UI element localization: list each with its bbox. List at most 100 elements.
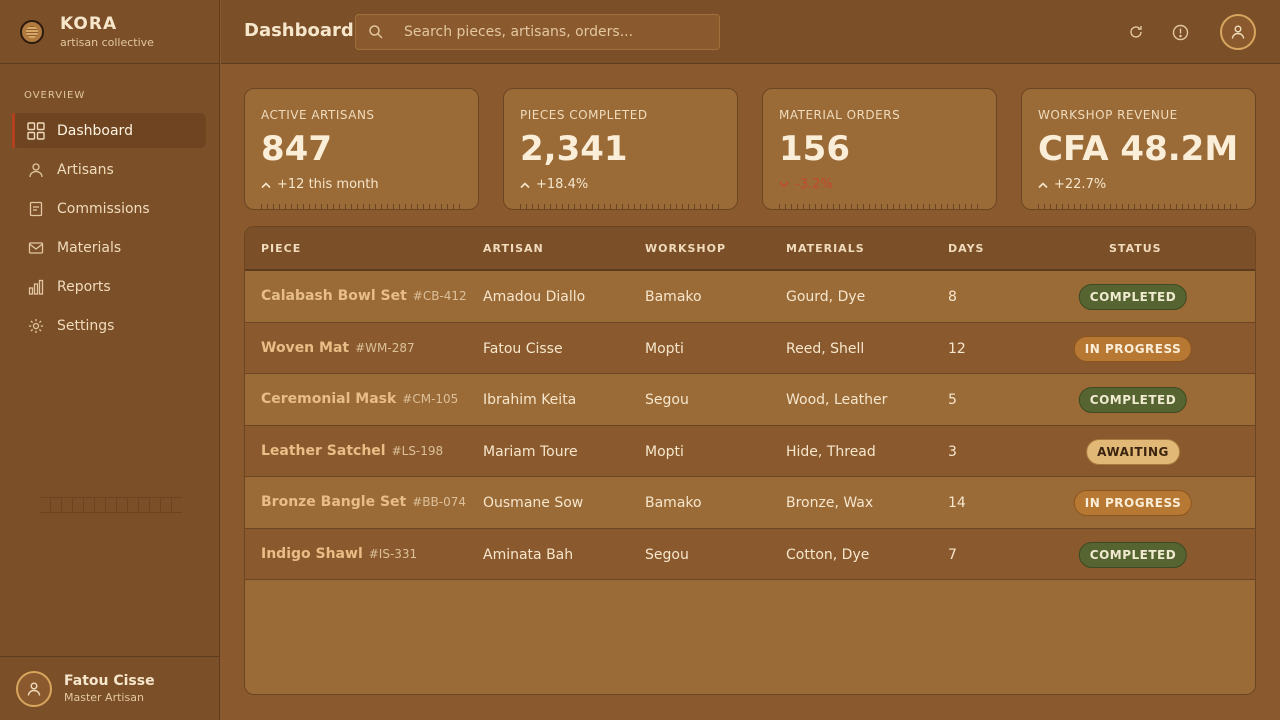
gear-icon (27, 317, 45, 335)
kpi-card-material-orders: MATERIAL ORDERS 156 -3.2% (762, 88, 997, 210)
trend-down-icon (779, 181, 789, 189)
days-cell: 12 (948, 340, 966, 357)
user-name: Fatou Cisse (64, 673, 155, 689)
alert-button[interactable] (1170, 22, 1190, 42)
piece-name[interactable]: Woven Mat (261, 340, 349, 356)
workshop-cell: Segou (645, 392, 689, 408)
sidebar-item-materials[interactable]: Materials (12, 230, 206, 265)
top-bar: Dashboard (221, 0, 1280, 64)
table-row[interactable]: Calabash Bowl Set #CB-412 Amadou Diallo Bam… (245, 271, 1255, 323)
account-avatar-button[interactable] (1220, 14, 1256, 50)
envelope-icon (27, 239, 45, 257)
piece-name[interactable]: Ceremonial Mask (261, 391, 396, 407)
trend-up-icon (261, 181, 271, 189)
column-header-artisan[interactable]: ARTISAN (483, 242, 544, 255)
table-row[interactable]: Woven Mat #WM-287 Fatou Cisse Mopti Reed, Sh… (245, 322, 1255, 374)
refresh-icon (1130, 26, 1142, 38)
column-header-status[interactable]: STATUS (1109, 242, 1162, 255)
piece-cell[interactable]: Leather Satchel #LS-198 (261, 443, 443, 459)
sidebar-item-settings[interactable]: Settings (12, 308, 206, 343)
decorative-ticks (520, 204, 721, 209)
kpi-delta: +18.4% (520, 177, 588, 192)
kpi-card-active-artisans: ACTIVE ARTISANS 847 +12 this month (244, 88, 479, 210)
kpi-label: PIECES COMPLETED (520, 108, 648, 122)
user-profile[interactable]: Fatou Cisse Master Artisan (0, 656, 220, 720)
page-title: Dashboard (244, 20, 354, 41)
table-row[interactable]: Bronze Bangle Set #BB-074 Ousmane Sow Bamak… (245, 477, 1255, 529)
sidebar-item-label: Materials (57, 239, 122, 256)
days-cell: 5 (948, 392, 957, 408)
sidebar-item-label: Dashboard (57, 122, 133, 139)
kpi-label: MATERIAL ORDERS (779, 108, 901, 122)
kpi-label: ACTIVE ARTISANS (261, 108, 375, 122)
workshop-cell: Segou (645, 546, 689, 563)
brand: KORA artisan collective (0, 0, 219, 64)
artisan-cell: Aminata Bah (483, 546, 574, 563)
workshop-cell: Bamako (645, 289, 702, 305)
days-cell: 3 (948, 443, 957, 460)
piece-name[interactable]: Leather Satchel (261, 443, 386, 459)
column-header-piece[interactable]: PIECE (261, 242, 301, 255)
piece-cell[interactable]: Ceremonial Mask #CM-105 (261, 391, 458, 407)
days-cell: 7 (948, 546, 957, 563)
piece-name[interactable]: Indigo Shawl (261, 546, 363, 562)
piece-code: #BB-074 (412, 495, 466, 509)
calabash-logo-icon (20, 19, 44, 44)
materials-cell: Cotton, Dye (786, 546, 870, 563)
sidebar-item-artisans[interactable]: Artisans (12, 152, 206, 187)
sidebar-item-commissions[interactable]: Commissions (12, 191, 206, 226)
piece-code: #WM-287 (355, 340, 415, 355)
decorative-ticks (779, 204, 980, 209)
artisan-cell: Ousmane Sow (483, 495, 584, 511)
artisan-cell: Mariam Toure (483, 443, 578, 460)
bar-chart-icon (27, 278, 45, 296)
kpi-delta: +22.7% (1038, 177, 1106, 192)
search-box[interactable] (355, 14, 720, 50)
status-badge: COMPLETED (1078, 284, 1188, 310)
piece-name[interactable]: Bronze Bangle Set (261, 494, 406, 510)
sidebar: KORA artisan collective OVERVIEW Dashboa… (0, 0, 220, 720)
kpi-delta-text: +18.4% (536, 177, 589, 192)
artisan-cell: Amadou Diallo (483, 289, 586, 305)
kpi-value: 847 (261, 129, 332, 169)
materials-cell: Hide, Thread (786, 443, 876, 460)
sidebar-nav: Dashboard Artisans Commissions Materials… (12, 113, 206, 347)
sidebar-item-reports[interactable]: Reports (12, 269, 206, 304)
decorative-ticks (1038, 204, 1239, 209)
sidebar-item-label: Artisans (57, 161, 114, 178)
status-badge: AWAITING (1086, 438, 1180, 465)
column-header-days[interactable]: DAYS (948, 242, 984, 255)
column-header-materials[interactable]: MATERIALS (786, 242, 865, 255)
decorative-pattern (40, 497, 182, 513)
sidebar-item-label: Commissions (57, 200, 150, 217)
trend-up-icon (1038, 181, 1048, 189)
table-header: PIECE ARTISAN WORKSHOP MATERIALS DAYS ST… (245, 227, 1255, 271)
table-row[interactable]: Indigo Shawl #IS-331 Aminata Bah Segou Cotto… (245, 528, 1255, 580)
piece-cell[interactable]: Woven Mat #WM-287 (261, 340, 415, 356)
table-body: Calabash Bowl Set #CB-412 Amadou Diallo Bam… (245, 271, 1255, 580)
person-icon (27, 682, 41, 696)
sidebar-item-label: Settings (57, 317, 115, 334)
table-row[interactable]: Leather Satchel #LS-198 Mariam Toure Mopti H… (245, 425, 1255, 477)
piece-name[interactable]: Calabash Bowl Set (261, 288, 407, 304)
piece-code: #LS-198 (391, 443, 444, 458)
status-badge: IN PROGRESS (1073, 335, 1193, 362)
column-header-workshop[interactable]: WORKSHOP (645, 242, 726, 255)
workshop-cell: Bamako (645, 495, 702, 511)
piece-cell[interactable]: Calabash Bowl Set #CB-412 (261, 288, 467, 304)
table-row[interactable]: Ceremonial Mask #CM-105 Ibrahim Keita Segou… (245, 374, 1255, 426)
sidebar-item-label: Reports (57, 278, 111, 295)
kpi-label: WORKSHOP REVENUE (1038, 108, 1178, 122)
sidebar-item-dashboard[interactable]: Dashboard (12, 113, 206, 148)
piece-cell[interactable]: Bronze Bangle Set #BB-074 (261, 494, 466, 510)
person-icon (1231, 25, 1245, 39)
status-badge: COMPLETED (1078, 541, 1188, 568)
piece-cell[interactable]: Indigo Shawl #IS-331 (261, 546, 417, 562)
refresh-button[interactable] (1126, 22, 1146, 42)
person-icon (27, 161, 45, 179)
days-cell: 14 (948, 495, 966, 511)
days-cell: 8 (948, 289, 957, 305)
nav-section-label: OVERVIEW (24, 90, 86, 101)
kpi-delta-text: -3.2% (795, 177, 833, 192)
search-input[interactable] (404, 24, 719, 40)
